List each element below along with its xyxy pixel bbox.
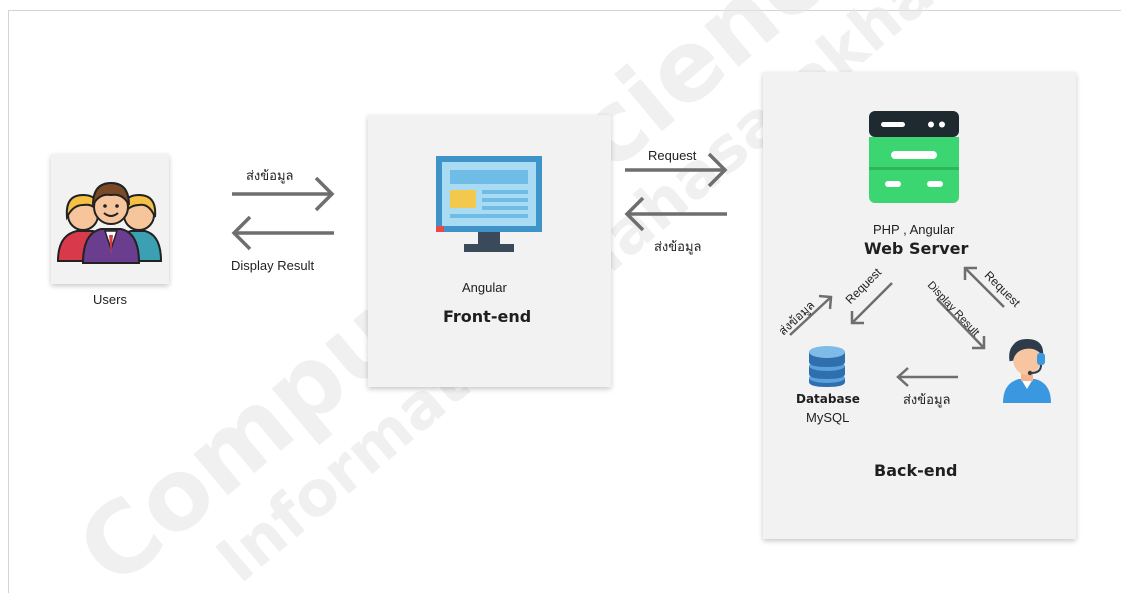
admin-db-send-label: ส่งข้อมูล — [903, 392, 951, 407]
arrow-admin-to-db — [896, 367, 958, 387]
web-server-tech-label: PHP , Angular — [873, 222, 955, 237]
arrow-frontend-to-backend — [625, 152, 728, 188]
frontend-title: Front-end — [443, 307, 532, 326]
frame-left-border — [8, 10, 9, 593]
users-group-icon — [56, 181, 163, 264]
arrow-users-to-frontend — [232, 176, 335, 212]
display-result-label: Display Result — [231, 258, 315, 273]
arrow-frontend-to-users — [231, 215, 334, 251]
database-title: Database — [796, 392, 860, 406]
frontend-tech-label: Angular — [462, 280, 507, 295]
backend-title: Back-end — [874, 461, 958, 480]
backend-send-label: ส่งข้อมูล — [654, 239, 702, 254]
database-icon — [809, 346, 845, 387]
database-tech-label: MySQL — [806, 410, 850, 425]
arrow-backend-to-frontend — [624, 196, 727, 232]
users-label: Users — [93, 292, 127, 307]
monitor-icon — [436, 156, 542, 252]
web-server-title: Web Server — [864, 239, 969, 258]
support-agent-icon — [1003, 339, 1051, 403]
frame-top-border — [8, 10, 1121, 11]
server-icon — [869, 111, 959, 203]
